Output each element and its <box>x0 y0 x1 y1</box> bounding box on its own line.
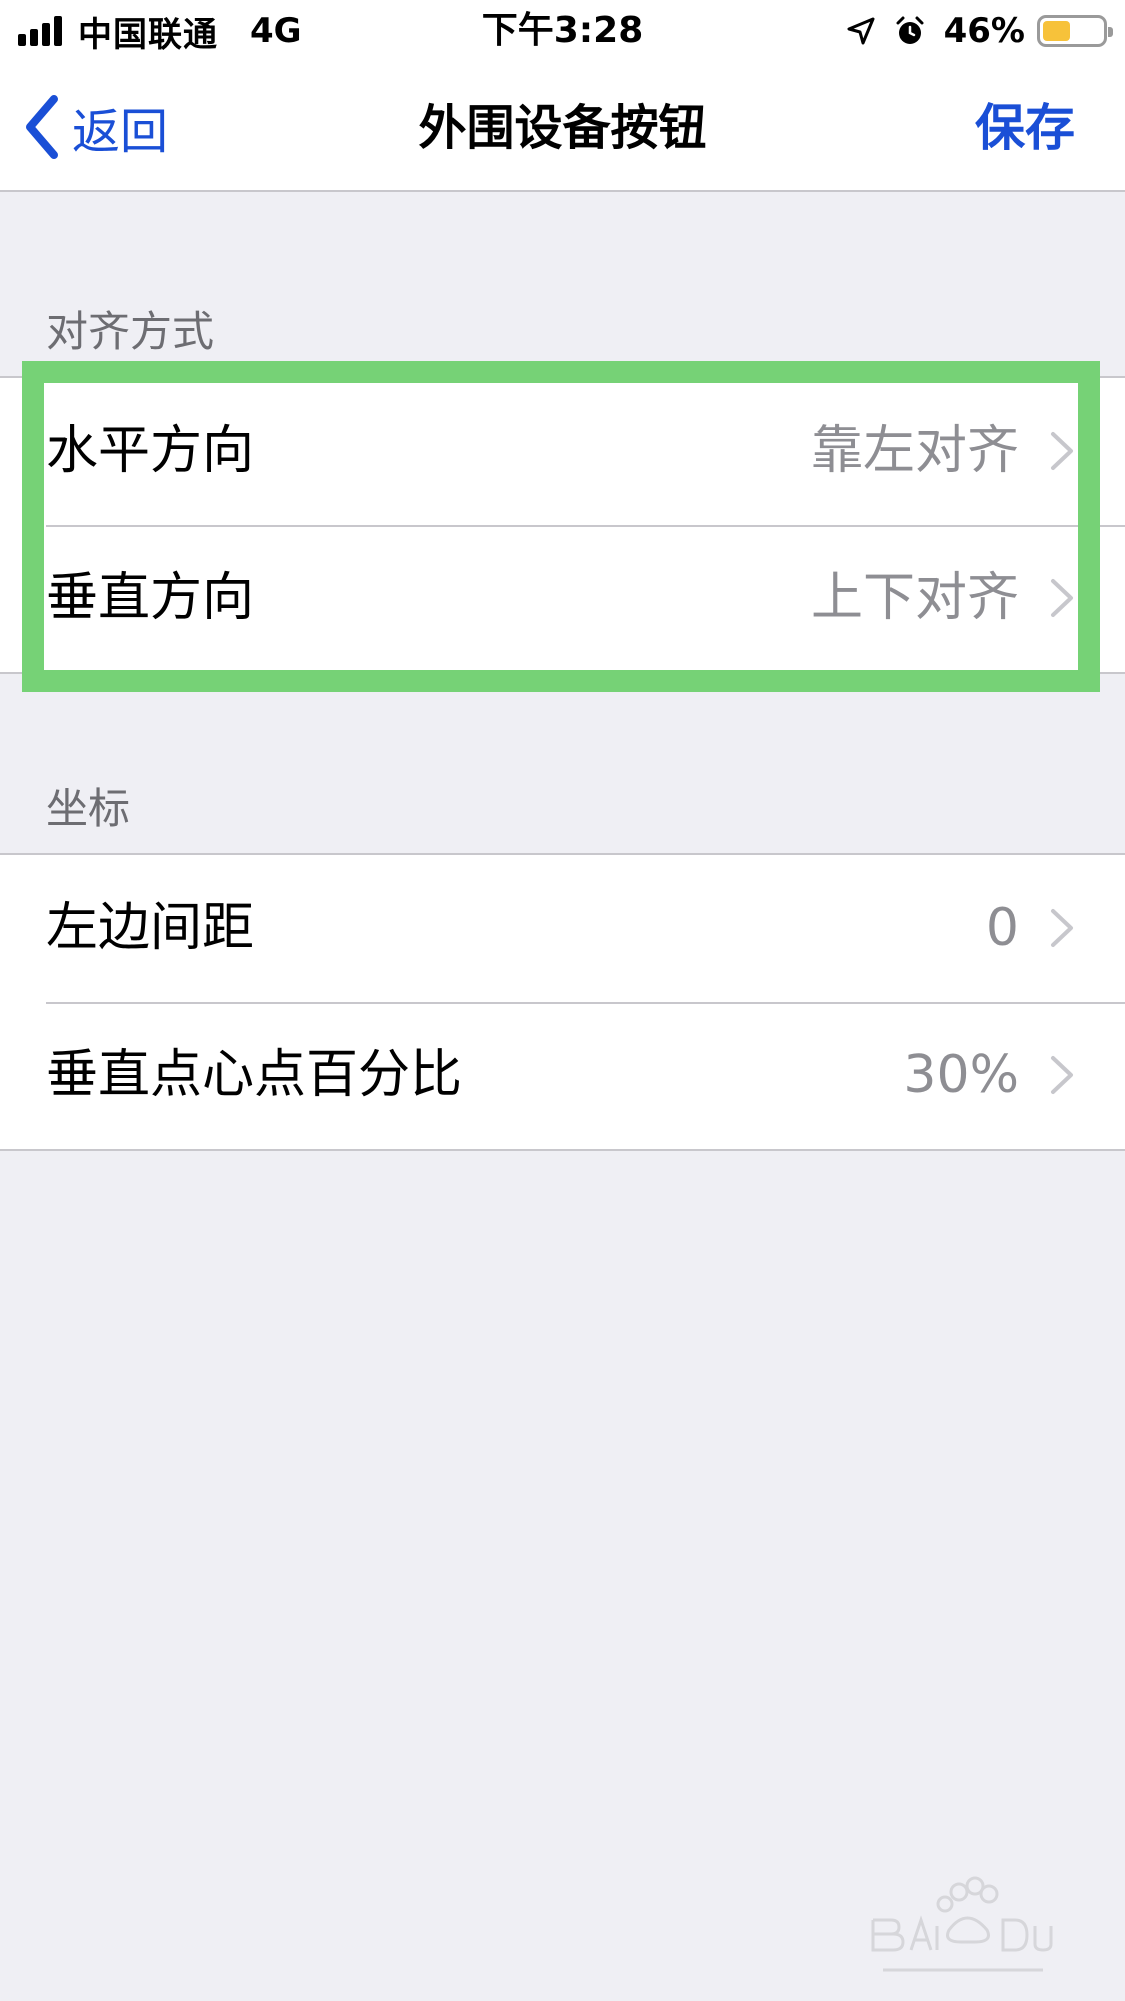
row-value: 靠左对齐 <box>810 421 1019 481</box>
battery-percent: 46% <box>943 11 1025 51</box>
row-value: 上下对齐 <box>810 568 1019 628</box>
row-label: 垂直点心点百分比 <box>46 1045 463 1105</box>
chevron-right-icon <box>1051 909 1073 947</box>
battery-tip <box>1108 27 1113 37</box>
baidu-jingyan-watermark-logo <box>871 1876 1053 1972</box>
status-right: 46% <box>846 8 1113 54</box>
status-bar: 中国联通 4G 下午3:28 46% <box>0 0 1125 62</box>
battery-icon <box>1037 15 1113 47</box>
row-label: 垂直方向 <box>46 568 255 628</box>
row-horizontal-direction[interactable]: 水平方向 靠左对齐 <box>0 378 1125 525</box>
section-header-coordinates: 坐标 <box>46 784 131 833</box>
row-value: 0 <box>985 898 1019 958</box>
location-arrow-icon <box>847 17 875 45</box>
save-button[interactable]: 保存 <box>975 98 1075 158</box>
battery-fill <box>1043 21 1070 41</box>
section-header-alignment: 对齐方式 <box>46 307 215 356</box>
row-vertical-center-percent[interactable]: 垂直点心点百分比 30% <box>0 1002 1125 1149</box>
row-left-margin[interactable]: 左边间距 0 <box>0 855 1125 1002</box>
alarm-clock-icon <box>896 16 924 44</box>
row-label: 左边间距 <box>46 898 255 958</box>
chevron-right-icon <box>1051 1056 1073 1094</box>
alignment-group: 水平方向 靠左对齐 垂直方向 上下对齐 <box>0 376 1125 674</box>
page-title: 外围设备按钮 <box>418 100 707 156</box>
coordinates-group: 左边间距 0 垂直点心点百分比 30% <box>0 853 1125 1151</box>
chevron-right-icon <box>1051 432 1073 470</box>
navigation-bar: 返回 外围设备按钮 保存 <box>0 62 1125 192</box>
row-value: 30% <box>903 1045 1019 1105</box>
chevron-right-icon <box>1051 579 1073 617</box>
row-vertical-direction[interactable]: 垂直方向 上下对齐 <box>0 525 1125 672</box>
row-label: 水平方向 <box>46 421 255 481</box>
